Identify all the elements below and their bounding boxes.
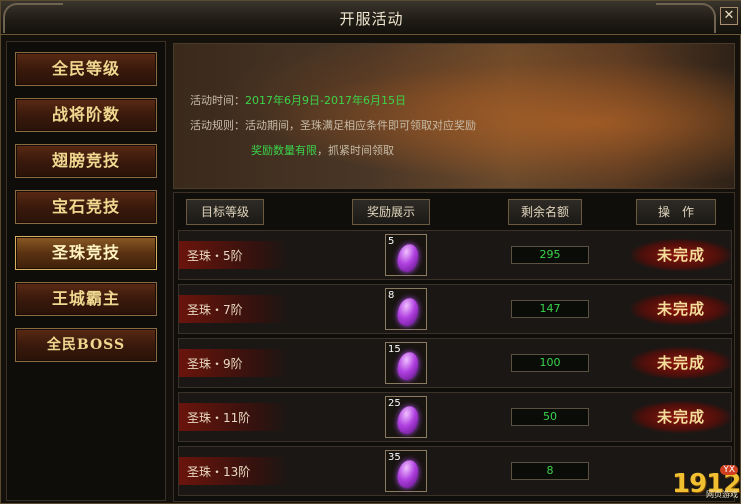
reward-table: 目标等级 奖励展示 剩余名额 操 作 圣珠・5阶 5 295 未完成 圣珠・7阶… [173,192,735,502]
sidebar: 全民等级 战将阶数 翅膀竞技 宝石竞技 圣珠竞技 王城霸主 全民BOSS [6,41,166,501]
header-remaining-slots[interactable]: 剩余名额 [508,199,582,225]
row-target-label: 圣珠・5阶 [187,249,243,263]
sidebar-item-general-rank[interactable]: 战将阶数 [15,98,157,132]
activity-time-line: 活动时间：2017年6月9日-2017年6月15日 [190,92,406,108]
remaining-count: 100 [511,354,589,372]
reward-quantity: 8 [388,290,395,301]
row-target-label: 圣珠・11阶 [187,411,251,425]
row-target-label: 圣珠・13阶 [187,465,251,479]
reward-slot[interactable]: 15 [385,342,427,384]
sidebar-item-royal-city-lord[interactable]: 王城霸主 [15,282,157,316]
sidebar-item-pearl-contest[interactable]: 圣珠竞技 [15,236,157,270]
sidebar-item-gem-contest[interactable]: 宝石竞技 [15,190,157,224]
activity-banner: 活动时间：2017年6月9日-2017年6月15日 活动规则：活动期间，圣珠满足… [173,43,735,189]
window-title: 开服活动 [339,10,404,28]
reward-slot[interactable]: 8 [385,288,427,330]
remaining-count: 147 [511,300,589,318]
activity-time-label: 活动时间： [190,94,245,107]
watermark-badge: YX [720,465,738,475]
status-button[interactable]: 未完成 [631,293,731,325]
purple-pearl-icon [394,295,422,329]
reward-slot[interactable]: 5 [385,234,427,276]
watermark-subtitle: 网页游戏 [706,490,738,499]
table-row: 圣珠・13阶 35 8 [178,446,732,496]
activity-time-value: 2017年6月9日-2017年6月15日 [245,94,406,107]
status-button[interactable]: 未完成 [631,239,731,271]
table-row: 圣珠・9阶 15 100 未完成 [178,338,732,388]
activity-rule-line: 活动规则：活动期间，圣珠满足相应条件即可领取对应奖励 [190,117,476,133]
reward-slot[interactable]: 35 [385,450,427,492]
status-button[interactable]: 未完成 [631,401,731,433]
activity-window: 开服活动 ✕ 全民等级 战将阶数 翅膀竞技 宝石竞技 圣珠竞技 王城霸主 全民B… [0,0,741,504]
reward-quantity: 5 [388,236,395,247]
row-target-label: 圣珠・7阶 [187,303,243,317]
reward-limit-text: 奖励数量有限 [251,144,317,157]
table-row: 圣珠・5阶 5 295 未完成 [178,230,732,280]
status-button[interactable]: 未完成 [631,347,731,379]
site-watermark-logo: 1912 YX 网页游戏 [672,461,741,501]
reward-quantity: 35 [388,452,401,463]
table-row: 圣珠・7阶 8 147 未完成 [178,284,732,334]
activity-rule-text: 活动期间，圣珠满足相应条件即可领取对应奖励 [245,119,476,132]
title-bar: 开服活动 ✕ [1,1,741,35]
header-target-level[interactable]: 目标等级 [186,199,264,225]
table-row: 圣珠・11阶 25 50 未完成 [178,392,732,442]
reward-quantity: 15 [388,344,401,355]
remaining-count: 8 [511,462,589,480]
row-target-label: 圣珠・9阶 [187,357,243,371]
reward-limit-suffix: ，抓紧时间领取 [317,144,394,157]
sidebar-item-wing-contest[interactable]: 翅膀竞技 [15,144,157,178]
activity-limit-line: 奖励数量有限，抓紧时间领取 [251,142,394,158]
remaining-count: 295 [511,246,589,264]
sidebar-item-national-boss[interactable]: 全民BOSS [15,328,157,362]
purple-pearl-icon [394,241,422,275]
close-button[interactable]: ✕ [720,7,738,25]
remaining-count: 50 [511,408,589,426]
header-reward-display[interactable]: 奖励展示 [352,199,430,225]
reward-quantity: 25 [388,398,401,409]
activity-rule-label: 活动规则： [190,119,245,132]
reward-slot[interactable]: 25 [385,396,427,438]
sidebar-item-national-level[interactable]: 全民等级 [15,52,157,86]
header-operation[interactable]: 操 作 [636,199,716,225]
